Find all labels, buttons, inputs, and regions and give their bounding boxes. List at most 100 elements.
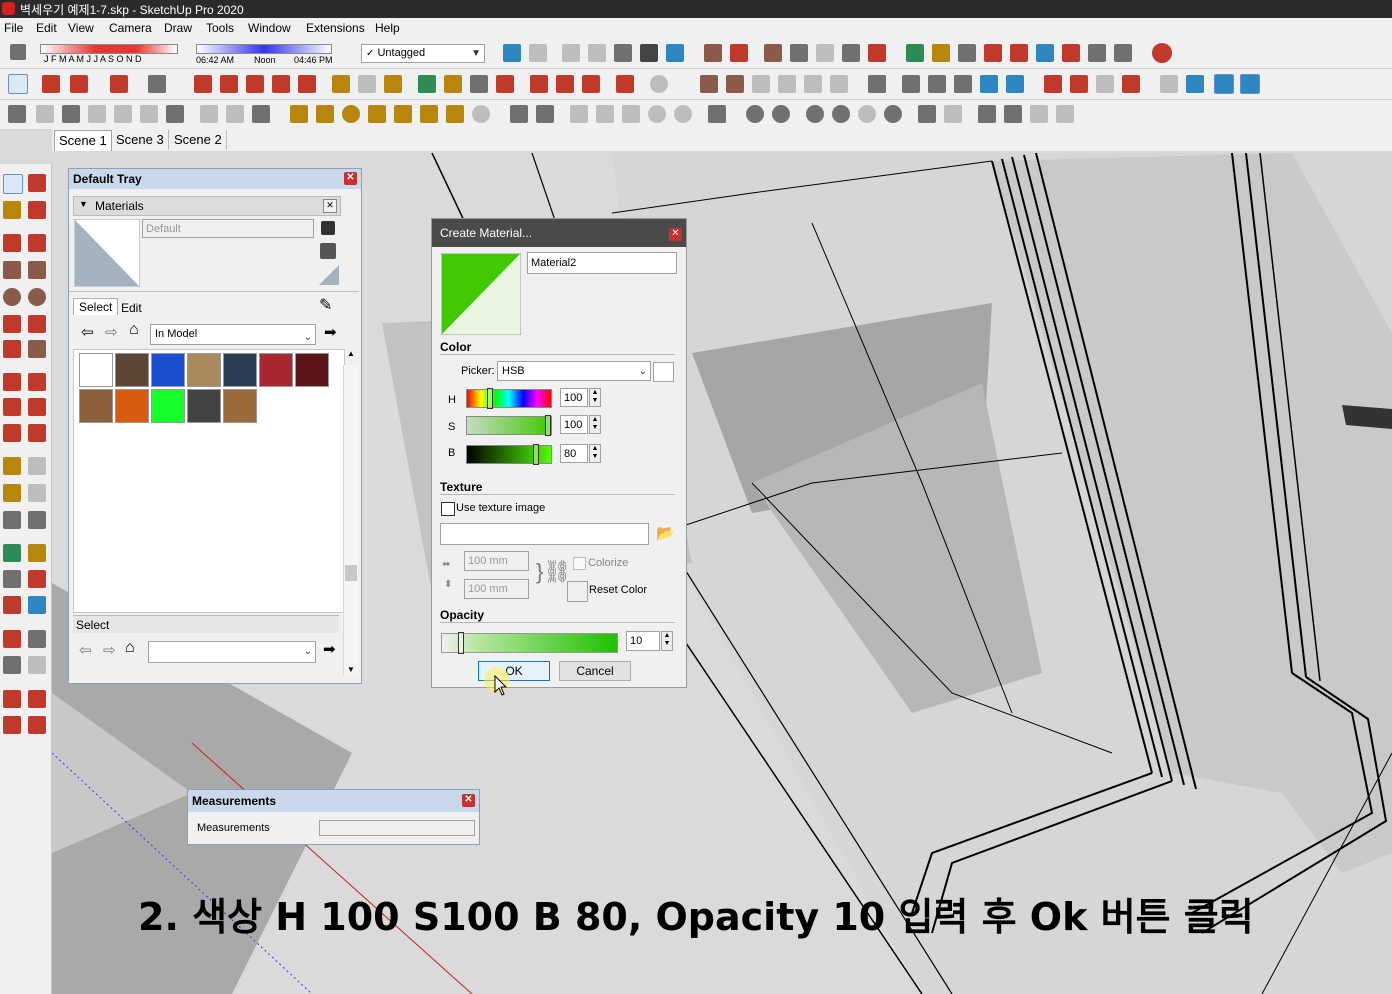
- warehouse-icon[interactable]: [3, 690, 21, 708]
- paint-bucket-icon[interactable]: [3, 201, 21, 219]
- right-view-icon[interactable]: [778, 75, 796, 93]
- h-value-input[interactable]: [560, 388, 588, 407]
- cube-b-icon[interactable]: [596, 105, 614, 123]
- v-ray-icon[interactable]: [746, 105, 764, 123]
- send-to-layout-icon[interactable]: [1122, 75, 1140, 93]
- ruby-icon[interactable]: [28, 716, 46, 734]
- rotated-rectangle-icon[interactable]: [28, 261, 46, 279]
- reset-color-button[interactable]: [567, 581, 588, 602]
- account-icon[interactable]: [650, 75, 668, 93]
- protractor-icon[interactable]: [3, 484, 21, 502]
- cancel-button[interactable]: Cancel: [559, 661, 631, 681]
- move-icon[interactable]: [3, 373, 21, 391]
- swatch-9[interactable]: [151, 389, 185, 423]
- triangle-icon[interactable]: [368, 105, 386, 123]
- orbit-icon[interactable]: [3, 544, 21, 562]
- share-component-icon[interactable]: [556, 75, 574, 93]
- zoom-icon[interactable]: [470, 75, 488, 93]
- menu-window[interactable]: Window: [248, 21, 291, 35]
- hidden-line-icon[interactable]: [588, 44, 606, 62]
- toolkit-icon[interactable]: [290, 105, 308, 123]
- follow-me-icon[interactable]: [28, 398, 46, 416]
- opacity-slider-thumb[interactable]: [458, 632, 464, 654]
- zoom-extents-icon[interactable]: [496, 75, 514, 93]
- menu-camera[interactable]: Camera: [109, 21, 152, 35]
- window-a-icon[interactable]: [978, 105, 996, 123]
- left-view-icon[interactable]: [830, 75, 848, 93]
- sandbox-contours-icon[interactable]: [704, 44, 722, 62]
- dialog-close-icon[interactable]: ✕: [669, 228, 682, 241]
- ruby-icon[interactable]: [616, 75, 634, 93]
- menu-help[interactable]: Help: [375, 21, 400, 35]
- swatch-4[interactable]: [223, 353, 257, 387]
- scale-icon[interactable]: [298, 75, 316, 93]
- unhide-icon[interactable]: [114, 105, 132, 123]
- lower-back-arrow-icon[interactable]: ⇦: [79, 641, 92, 659]
- menu-edit[interactable]: Edit: [36, 21, 57, 35]
- s-value-input[interactable]: [560, 415, 588, 434]
- flip-edge-icon[interactable]: [868, 44, 886, 62]
- menu-file[interactable]: File: [4, 21, 23, 35]
- dimension-icon[interactable]: [28, 457, 46, 475]
- walk-icon[interactable]: [1114, 44, 1132, 62]
- paint-bucket-icon[interactable]: [384, 75, 402, 93]
- back-arrow-icon[interactable]: ⇦: [81, 323, 94, 341]
- two-point-arc-icon[interactable]: [28, 315, 46, 333]
- component-box-icon[interactable]: [62, 105, 80, 123]
- swatch-6[interactable]: [295, 353, 329, 387]
- edit-component-icon[interactable]: [166, 105, 184, 123]
- s-spinner[interactable]: ▲ ▼: [589, 415, 601, 434]
- menu-tools[interactable]: Tools: [206, 21, 234, 35]
- move-icon[interactable]: [246, 75, 264, 93]
- layout-icon[interactable]: [1070, 75, 1088, 93]
- explode-icon[interactable]: [140, 105, 158, 123]
- swatch-3[interactable]: [187, 353, 221, 387]
- texture-path-input[interactable]: [440, 523, 649, 545]
- b-value-input[interactable]: [560, 444, 588, 463]
- rotate-icon[interactable]: [3, 398, 21, 416]
- cube-c-icon[interactable]: [622, 105, 640, 123]
- polygon-icon[interactable]: [28, 288, 46, 306]
- make-component-icon[interactable]: [36, 105, 54, 123]
- window-d-icon[interactable]: [1056, 105, 1074, 123]
- swatch-0[interactable]: [79, 353, 113, 387]
- lower-details-arrow-icon[interactable]: ➡: [323, 640, 336, 658]
- make-component-icon[interactable]: [28, 174, 46, 192]
- cursor-box-icon[interactable]: [708, 105, 726, 123]
- hide-icon[interactable]: [88, 105, 106, 123]
- position-camera-icon[interactable]: [3, 630, 21, 648]
- rectangle-icon[interactable]: [3, 261, 21, 279]
- offset-icon[interactable]: [28, 424, 46, 442]
- scrollbar-thumb[interactable]: [345, 565, 357, 581]
- send-to-layout-icon[interactable]: [3, 716, 21, 734]
- scale-icon[interactable]: [3, 424, 21, 442]
- sample-paint-icon[interactable]: ✎: [319, 295, 332, 315]
- select-tool-icon[interactable]: [8, 74, 28, 94]
- rotate-icon[interactable]: [272, 75, 290, 93]
- star-icon[interactable]: [420, 105, 438, 123]
- photo-match-icon[interactable]: [1096, 75, 1114, 93]
- xray-icon[interactable]: [503, 44, 521, 62]
- use-texture-checkbox[interactable]: [441, 502, 455, 516]
- teapot-c-icon[interactable]: [858, 105, 876, 123]
- zoom-window-icon[interactable]: [28, 570, 46, 588]
- tape-measure-icon[interactable]: [332, 75, 350, 93]
- sandbox-scratch-icon[interactable]: [730, 44, 748, 62]
- drape-icon[interactable]: [816, 44, 834, 62]
- circle-icon[interactable]: [3, 288, 21, 306]
- three-point-arc-icon[interactable]: [3, 340, 21, 358]
- texture-width-input[interactable]: [464, 551, 529, 571]
- pie-icon[interactable]: [28, 340, 46, 358]
- section-close-icon[interactable]: ✕: [323, 199, 337, 213]
- default-material-icon[interactable]: [319, 265, 339, 285]
- orbit-icon[interactable]: [418, 75, 436, 93]
- home-icon[interactable]: ⌂: [129, 321, 139, 339]
- add-detail-icon[interactable]: [842, 44, 860, 62]
- eraser-icon[interactable]: [10, 44, 26, 60]
- back-edges-icon[interactable]: [529, 44, 547, 62]
- funnel-icon[interactable]: [316, 105, 334, 123]
- brightness-slider[interactable]: [466, 444, 552, 465]
- ball-b-icon[interactable]: [674, 105, 692, 123]
- chain-link-icon[interactable]: }⛓: [536, 559, 571, 585]
- details-arrow-icon[interactable]: ➡: [324, 323, 337, 341]
